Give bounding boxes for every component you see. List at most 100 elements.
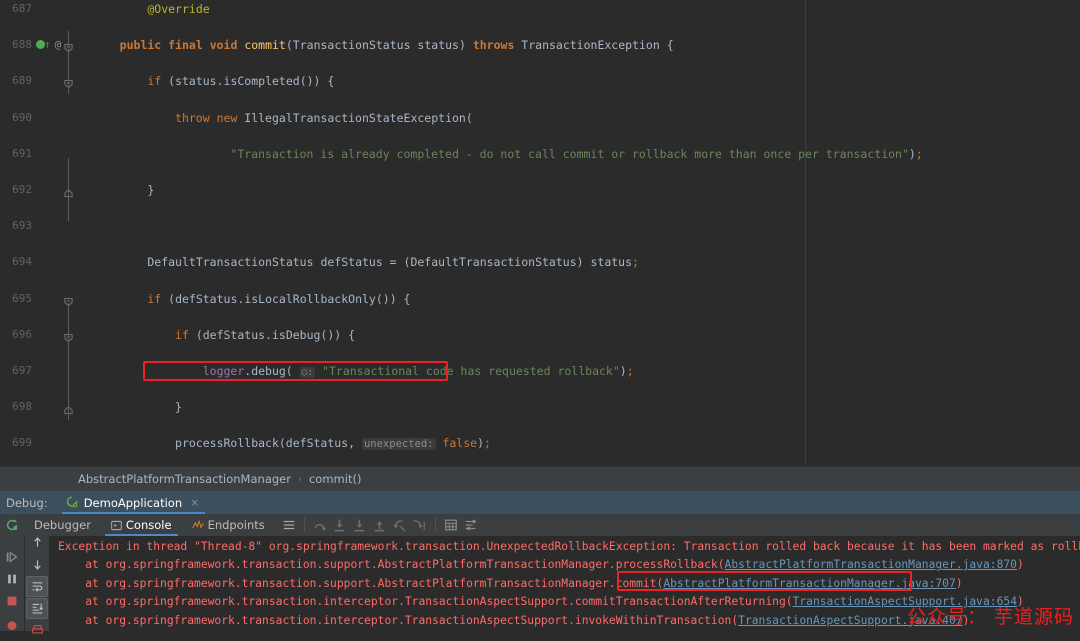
fold-collapse-icon[interactable] — [64, 294, 73, 306]
code-line-693[interactable]: 693 — [0, 217, 1080, 235]
code-line-690[interactable]: 690 throw new IllegalTransactionStateExce… — [0, 109, 1080, 127]
console-text: at org.springframework.transaction.suppo… — [58, 576, 664, 590]
code-line-699[interactable]: 699 processRollback(defStatus, unexpected… — [0, 434, 1080, 452]
token: false — [442, 436, 478, 451]
code-lines-container: 687 @Override 688 ↑ @ public final void commi… — [0, 0, 1080, 466]
mute-breakpoints-icon — [461, 515, 481, 535]
console-line: Exception in thread "Thread-8" org.sprin… — [49, 538, 1080, 556]
scroll-down-icon[interactable] — [26, 554, 48, 575]
code-text: processRollback(defStatus, unexpected: f… — [175, 434, 491, 453]
token: if — [175, 327, 196, 342]
code-editor[interactable]: 687 @Override 688 ↑ @ public final void commi… — [0, 0, 1080, 466]
debug-session-tab[interactable]: DemoApplication × — [60, 491, 208, 514]
token: TransactionStatus status — [292, 38, 459, 53]
step-over-icon — [310, 515, 330, 535]
code-text: DefaultTransactionStatus defStatus = (De… — [147, 253, 639, 271]
line-number: 693 — [12, 219, 32, 233]
code-text: } — [175, 398, 182, 416]
console-line: at org.springframework.transaction.inter… — [49, 612, 1080, 630]
token: ; — [484, 436, 491, 451]
code-text: public final void commit(TransactionStat… — [120, 36, 674, 54]
console-text: at org.springframework.transaction.inter… — [58, 595, 793, 609]
line-number: 687 — [12, 2, 32, 15]
token: logger — [202, 363, 245, 378]
token: "Transactional code has requested rollba… — [322, 363, 620, 378]
drop-frame-icon — [390, 515, 410, 535]
token: } — [175, 400, 182, 415]
stacktrace-link[interactable]: TransactionAspectSupport.java:654 — [793, 595, 1017, 608]
code-line-688[interactable]: 688 ↑ @ public final void commit(Transactio… — [0, 36, 1080, 54]
token: } — [147, 182, 155, 197]
token: .debug( — [244, 363, 300, 378]
breadcrumb-separator-icon: › — [297, 473, 302, 485]
soft-wrap-icon[interactable] — [26, 576, 48, 597]
line-number: 688 — [12, 38, 32, 52]
fold-region-line — [68, 320, 69, 348]
line-number: 690 — [12, 110, 32, 124]
code-line-695[interactable]: 695 if (defStatus.isLocalRollbackOnly()) … — [0, 290, 1080, 308]
token: (status.isCompleted()) { — [168, 74, 335, 89]
debugger-label: Debugger — [34, 518, 91, 532]
token: (defStatus.isDebug()) { — [195, 327, 356, 342]
code-line-696[interactable]: 696 if (defStatus.isDebug()) { — [0, 326, 1080, 344]
tab-console[interactable]: Console — [101, 514, 182, 536]
override-marker-icon[interactable]: @ — [55, 36, 62, 54]
console-line: at org.springframework.transaction.inter… — [49, 593, 1080, 611]
code-text: if (status.isCompleted()) { — [147, 72, 334, 90]
token: commit — [244, 38, 286, 53]
show-options-menu-icon[interactable] — [279, 515, 299, 535]
code-text: logger.debug( ○: "Transactional code has… — [203, 362, 634, 382]
token: throw — [175, 110, 217, 125]
resume-program-icon[interactable] — [0, 546, 24, 568]
console-icon — [111, 520, 122, 531]
console-text: ) — [962, 613, 970, 627]
console-text: Exception in thread "Thread-8" org.sprin… — [58, 540, 1080, 553]
step-into-icon — [330, 515, 350, 535]
stacktrace-link[interactable]: TransactionAspectSupport.java:407 — [738, 614, 962, 627]
tab-endpoints[interactable]: Endpoints — [182, 514, 275, 536]
token: ) — [458, 38, 473, 53]
code-line-694[interactable]: 694 DefaultTransactionStatus defStatus = … — [0, 253, 1080, 271]
debug-titlebar: Debug: DemoApplication × — [0, 491, 1080, 514]
pause-program-icon[interactable] — [0, 568, 24, 590]
code-line-691[interactable]: 691 "Transaction is already completed - d… — [0, 145, 1080, 163]
line-number: 698 — [12, 400, 32, 414]
breadcrumb-member[interactable]: commit() — [309, 472, 361, 486]
console-lines-container: Exception in thread "Thread-8" org.sprin… — [49, 538, 1080, 630]
code-line-689[interactable]: 689 if (status.isCompleted()) { — [0, 72, 1080, 90]
endpoints-icon — [191, 519, 204, 531]
token: public — [119, 38, 169, 53]
code-text: throw new IllegalTransactionStateExcepti… — [175, 109, 473, 127]
token: ( — [285, 38, 293, 53]
stop-icon[interactable] — [0, 590, 24, 612]
code-line-687[interactable]: 687 @Override — [0, 0, 1080, 18]
stacktrace-link[interactable]: AbstractPlatformTransactionManager.java:… — [663, 577, 955, 590]
close-icon[interactable]: × — [190, 496, 199, 509]
console-text: at org.springframework.transaction.inter… — [58, 613, 739, 627]
console-line: at org.springframework.transaction.suppo… — [49, 556, 1080, 574]
line-number: 697 — [12, 363, 32, 377]
debug-tool-window: Debug: DemoApplication × Debugger Consol… — [0, 491, 1080, 634]
toolbar-separator-2 — [434, 518, 436, 532]
stacktrace-link[interactable]: AbstractPlatformTransactionManager.java:… — [725, 558, 1017, 571]
line-number: 696 — [12, 327, 32, 341]
rerun-icon[interactable] — [0, 514, 24, 536]
token: processRollback(defStatus, — [175, 436, 362, 451]
code-line-698[interactable]: 698} — [0, 398, 1080, 416]
code-line-692[interactable]: 692} — [0, 181, 1080, 199]
step-out-icon — [370, 515, 390, 535]
breadcrumb[interactable]: AbstractPlatformTransactionManager › com… — [0, 466, 1080, 491]
code-line-697[interactable]: 697 logger.debug( ○: "Transactional code … — [0, 362, 1080, 380]
debug-session-name: DemoApplication — [83, 495, 183, 510]
console-output[interactable]: Exception in thread "Thread-8" org.sprin… — [49, 536, 1080, 631]
scroll-to-end-icon[interactable] — [26, 598, 48, 619]
endpoints-label: Endpoints — [207, 518, 265, 532]
token: if — [147, 74, 169, 89]
breadcrumb-class[interactable]: AbstractPlatformTransactionManager — [78, 472, 291, 486]
token: ; — [632, 255, 639, 270]
token: unexpected: — [361, 438, 436, 451]
token: throws — [472, 38, 522, 53]
line-number: 692 — [12, 182, 32, 196]
scroll-up-icon[interactable] — [26, 532, 48, 553]
token: (defStatus.isLocalRollbackOnly()) { — [168, 291, 411, 306]
